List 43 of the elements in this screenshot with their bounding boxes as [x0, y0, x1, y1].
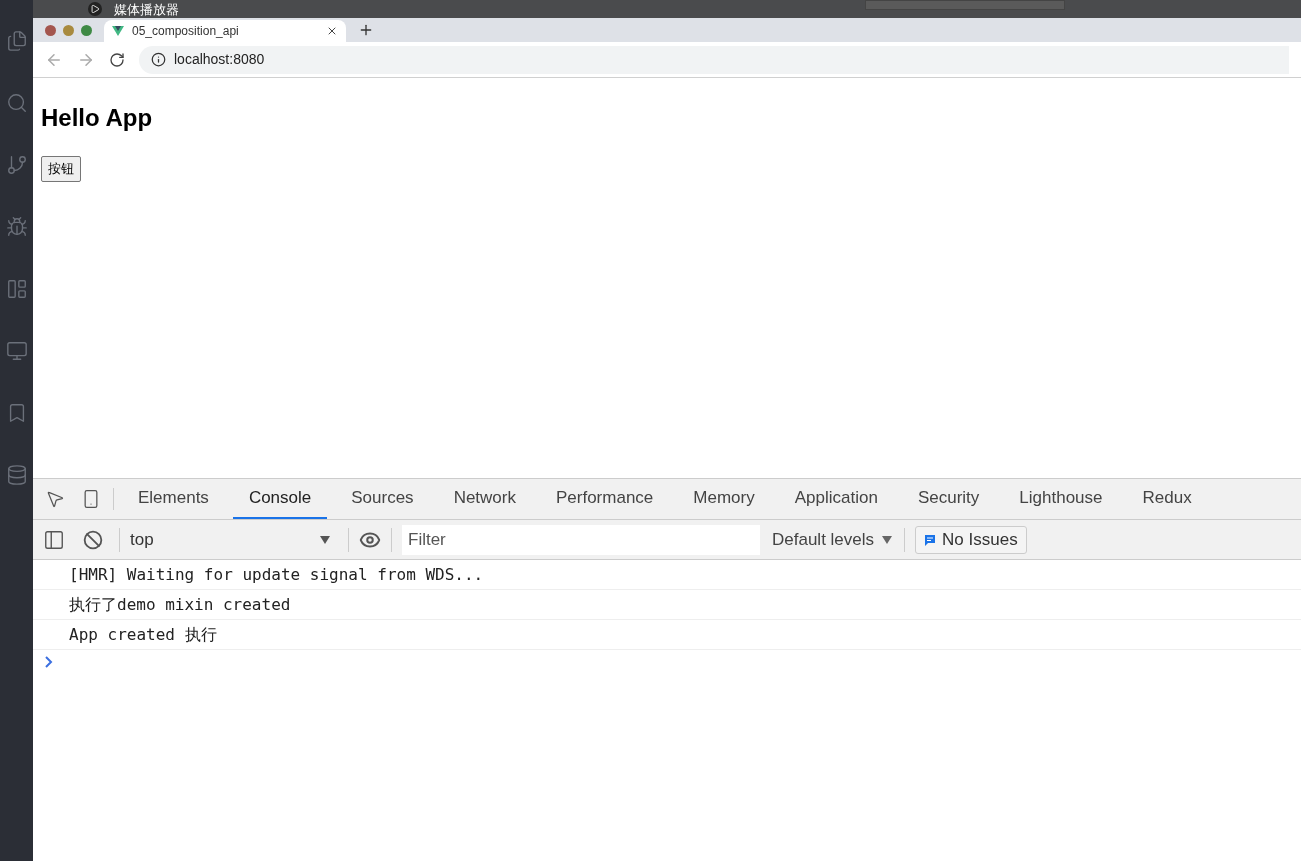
tab-title: 05_composition_api — [132, 23, 240, 40]
devtools-tab[interactable]: Sources — [335, 479, 430, 519]
layout-icon[interactable] — [5, 278, 28, 300]
console-message: 执行了demo mixin created — [69, 593, 291, 616]
branch-icon[interactable] — [5, 154, 28, 176]
filter-field[interactable]: Filter — [402, 524, 760, 555]
levels-dropdown[interactable]: Default levels — [770, 526, 895, 553]
devtools-tab[interactable]: Network — [437, 479, 532, 519]
devtools-tab[interactable]: Redux — [1126, 479, 1208, 519]
browser-tab[interactable]: 05_composition_api — [104, 20, 346, 42]
address-field[interactable]: localhost:8080 — [139, 45, 1289, 74]
console-message: [HMR] Waiting for update signal from WDS... — [69, 563, 484, 586]
url-text: localhost:8080 — [174, 50, 265, 69]
search-icon[interactable] — [5, 92, 28, 114]
new-tab-icon[interactable] — [358, 22, 374, 38]
devtools-tab[interactable]: Security — [901, 479, 996, 519]
media-player-title: 媒体播放器 — [114, 2, 179, 16]
page-heading: Hello App — [41, 103, 153, 133]
devtools-tab[interactable]: Memory — [677, 479, 771, 519]
play-icon[interactable] — [88, 2, 102, 16]
prompt-icon[interactable] — [45, 656, 53, 668]
sidebar-icon[interactable] — [43, 528, 65, 551]
page-button[interactable]: 按钮 — [41, 156, 81, 182]
issues-button[interactable]: No Issues — [915, 525, 1027, 554]
info-icon — [151, 52, 166, 67]
logo-icon — [112, 26, 124, 36]
console-message: App created 执行 — [69, 623, 217, 646]
close-icon[interactable] — [326, 25, 338, 37]
context-select[interactable]: top — [130, 526, 330, 553]
devtools-tab[interactable]: Elements — [122, 479, 225, 519]
caret-icon — [320, 535, 330, 544]
devtools-tab[interactable]: Lighthouse — [1003, 479, 1119, 519]
clear-icon[interactable] — [83, 529, 103, 550]
monitor-icon[interactable] — [5, 340, 28, 362]
files-icon[interactable] — [5, 30, 28, 52]
devtools-tab[interactable]: Performance — [540, 479, 670, 519]
message-icon — [924, 533, 937, 546]
caret-icon — [882, 535, 893, 544]
bug-icon[interactable] — [5, 216, 28, 238]
database-icon[interactable] — [5, 464, 28, 486]
inspect-icon[interactable] — [45, 489, 65, 509]
reload-icon[interactable] — [109, 51, 125, 68]
devtools-tab[interactable]: Application — [778, 479, 894, 519]
